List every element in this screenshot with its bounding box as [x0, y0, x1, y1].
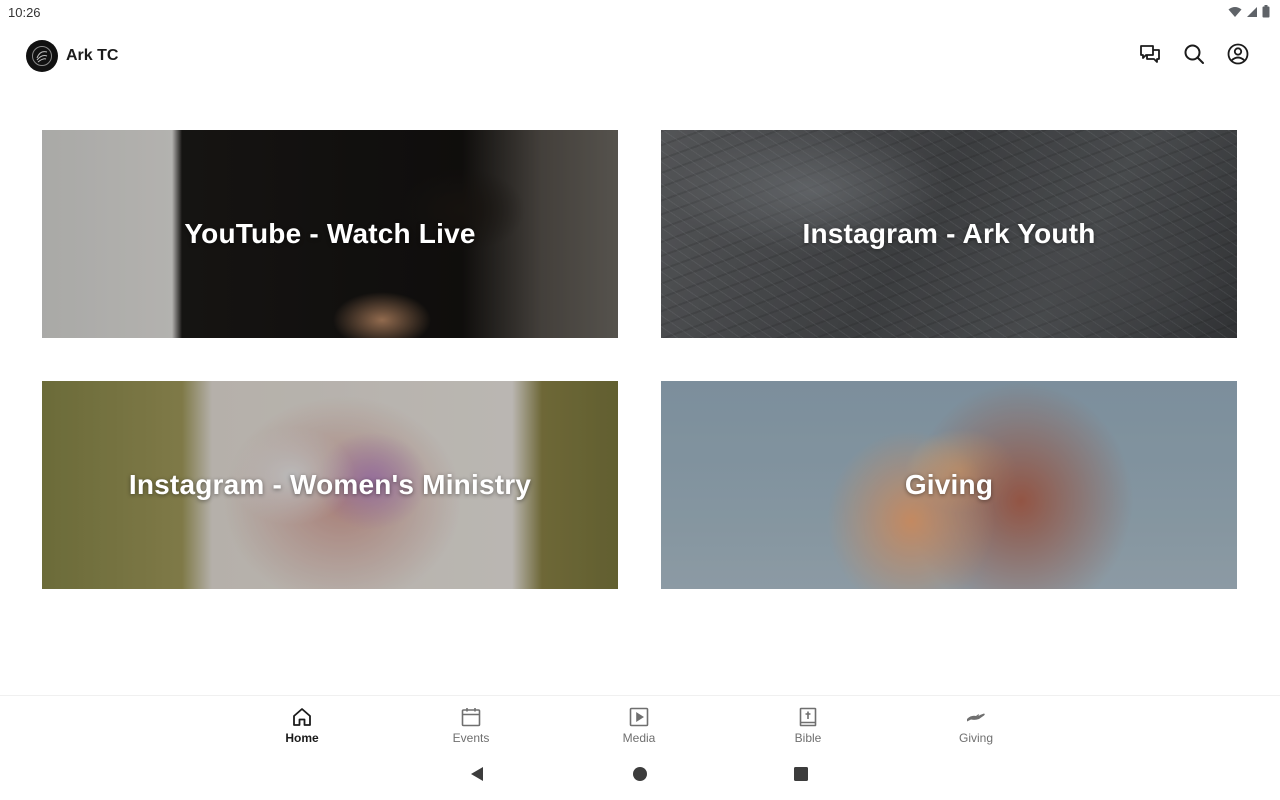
system-recents-button[interactable]	[791, 766, 811, 786]
nav-label: Giving	[958, 731, 993, 745]
messages-button[interactable]	[1136, 42, 1164, 70]
signal-icon	[1246, 5, 1258, 23]
search-icon	[1182, 42, 1206, 71]
recents-icon	[793, 766, 809, 787]
nav-label: Bible	[794, 731, 822, 745]
account-icon	[1226, 42, 1250, 71]
home-circle-icon	[632, 766, 648, 787]
account-button[interactable]	[1224, 42, 1252, 70]
calendar-icon	[460, 706, 482, 728]
bottom-nav: Home Events Media Bible Giving	[0, 695, 1280, 751]
play-icon	[628, 706, 650, 728]
card-title: YouTube - Watch Live	[184, 218, 476, 249]
app-bar: Ark TC	[0, 34, 1280, 78]
wifi-icon	[1228, 5, 1242, 23]
nav-item-media[interactable]: Media	[599, 706, 679, 750]
nav-item-giving[interactable]: Giving	[936, 706, 1016, 750]
status-time: 10:26	[8, 5, 41, 20]
system-nav-bar	[0, 756, 1280, 796]
card-title: Instagram - Ark Youth	[802, 218, 1096, 249]
status-icons	[1228, 5, 1270, 23]
nav-label: Media	[622, 731, 656, 745]
battery-icon	[1262, 5, 1270, 23]
nav-item-home[interactable]: Home	[262, 706, 342, 750]
status-bar: 10:26	[0, 0, 1280, 24]
card-youtube-watch-live[interactable]: YouTube - Watch Live	[42, 130, 618, 338]
bible-icon	[797, 706, 819, 728]
app-title: Ark TC	[66, 47, 119, 64]
home-icon	[291, 706, 313, 728]
nav-label: Home	[285, 731, 319, 745]
back-icon	[469, 766, 485, 787]
card-title: Instagram - Women's Ministry	[128, 469, 532, 500]
card-title: Giving	[904, 469, 994, 500]
card-giving[interactable]: Giving	[661, 381, 1237, 589]
giving-hand-icon	[965, 706, 987, 728]
system-home-button[interactable]	[630, 766, 650, 786]
nav-label: Events	[452, 731, 490, 745]
card-instagram-womens-ministry[interactable]: Instagram - Women's Ministry	[42, 381, 618, 589]
messages-icon	[1138, 42, 1162, 71]
search-button[interactable]	[1180, 42, 1208, 70]
nav-item-events[interactable]: Events	[431, 706, 511, 750]
card-instagram-ark-youth[interactable]: Instagram - Ark Youth	[661, 130, 1237, 338]
nav-item-bible[interactable]: Bible	[768, 706, 848, 750]
system-back-button[interactable]	[467, 766, 487, 786]
church-logo-icon[interactable]	[26, 40, 58, 72]
